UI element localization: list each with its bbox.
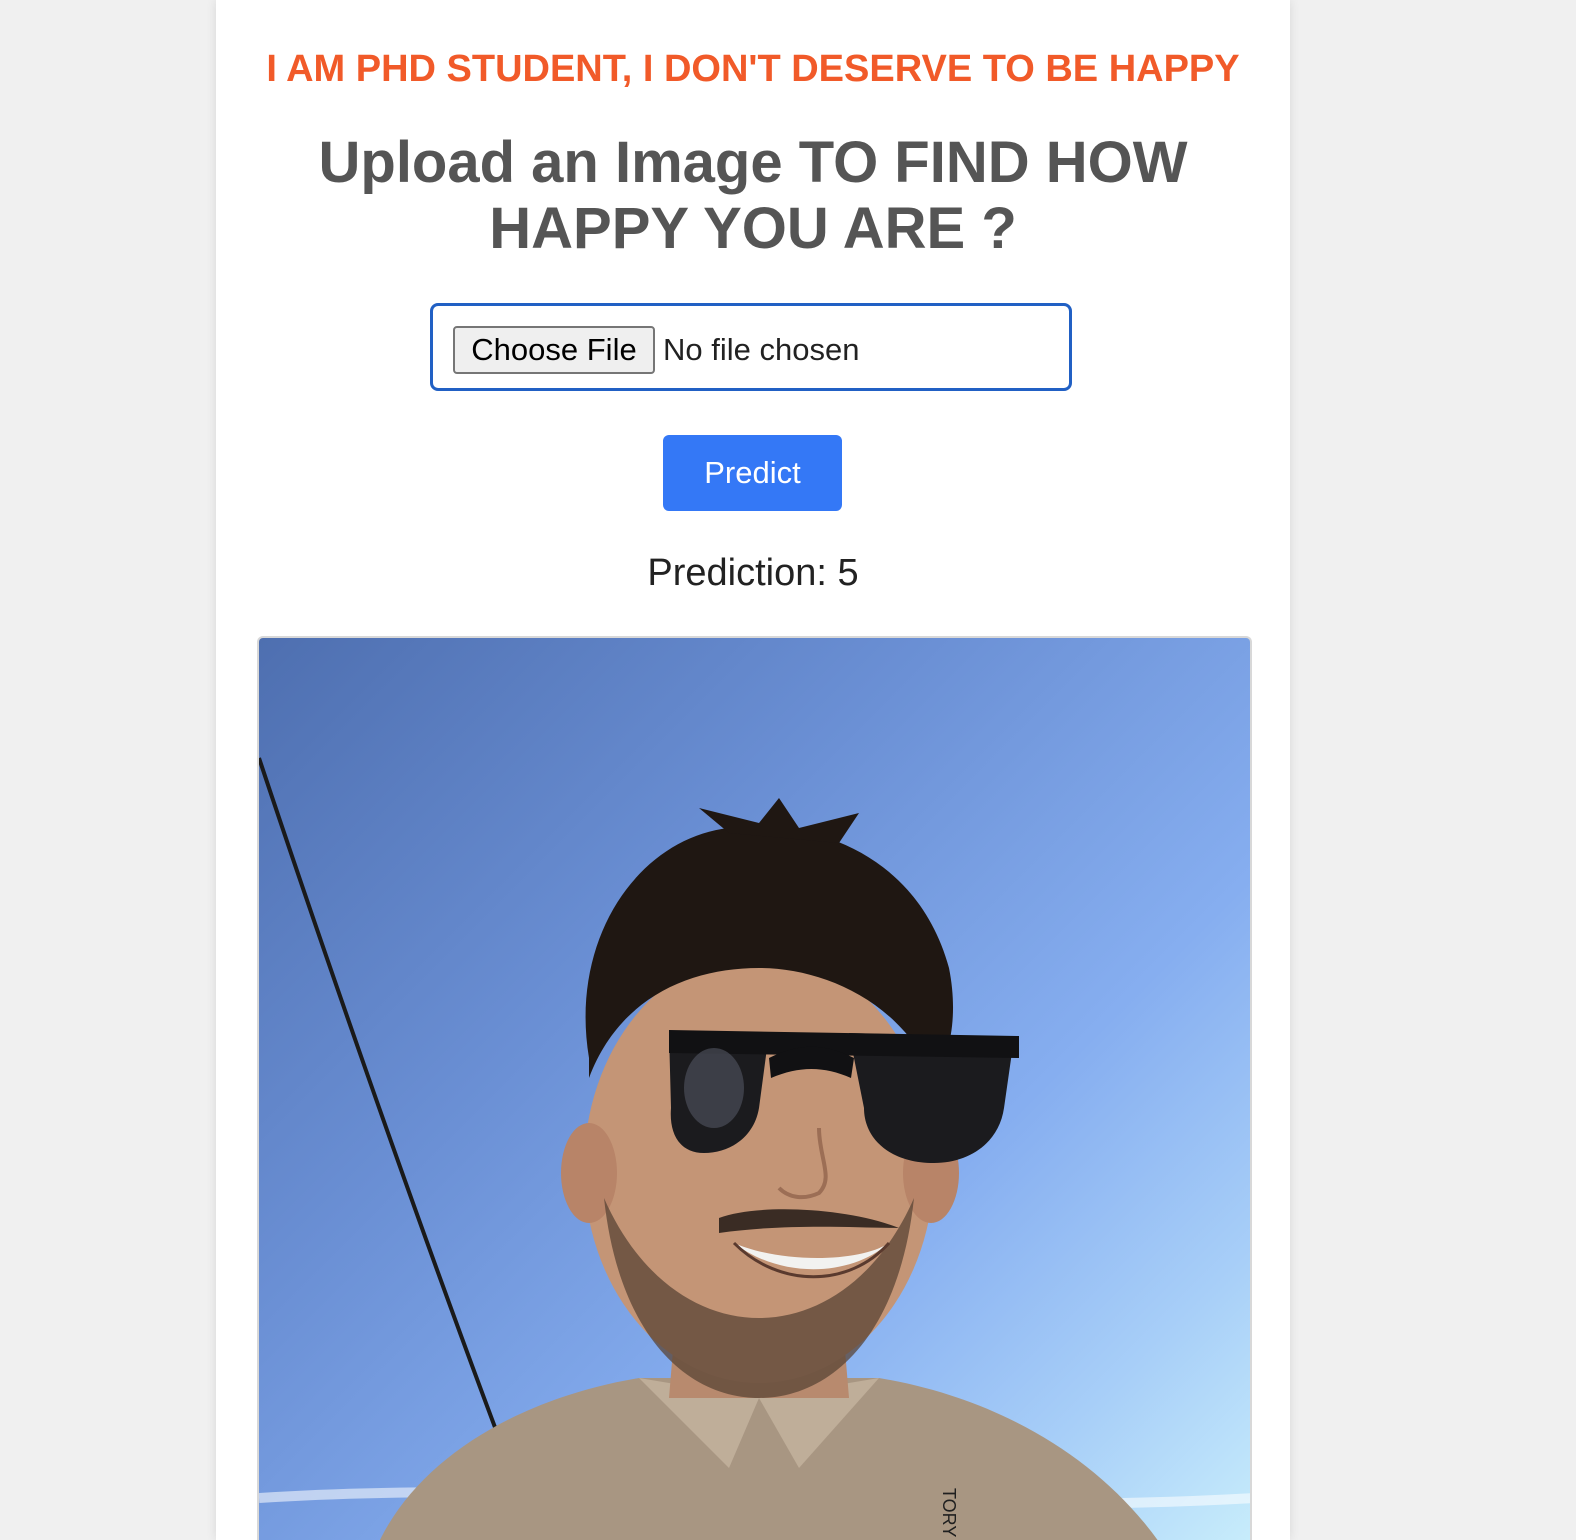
- shirt-tag-text: TORY: [939, 1488, 959, 1537]
- predict-button[interactable]: Predict: [663, 435, 842, 511]
- choose-file-button[interactable]: Choose File: [453, 326, 655, 374]
- file-status-text: No file chosen: [663, 332, 860, 367]
- page-title: Upload an Image TO FIND HOW HAPPY YOU AR…: [318, 130, 1188, 261]
- prediction-result: Prediction: 5: [216, 548, 1290, 598]
- main-card: I AM PHD STUDENT, I DON'T DESERVE TO BE …: [216, 0, 1290, 1540]
- uploaded-image-preview: TORY: [257, 636, 1252, 1540]
- prediction-label: Prediction:: [647, 552, 827, 594]
- file-input[interactable]: Choose File No file chosen: [430, 303, 1072, 391]
- prediction-value: 5: [837, 552, 859, 594]
- page-tagline: I AM PHD STUDENT, I DON'T DESERVE TO BE …: [266, 48, 1240, 90]
- selfie-illustration: TORY: [259, 757, 1250, 1540]
